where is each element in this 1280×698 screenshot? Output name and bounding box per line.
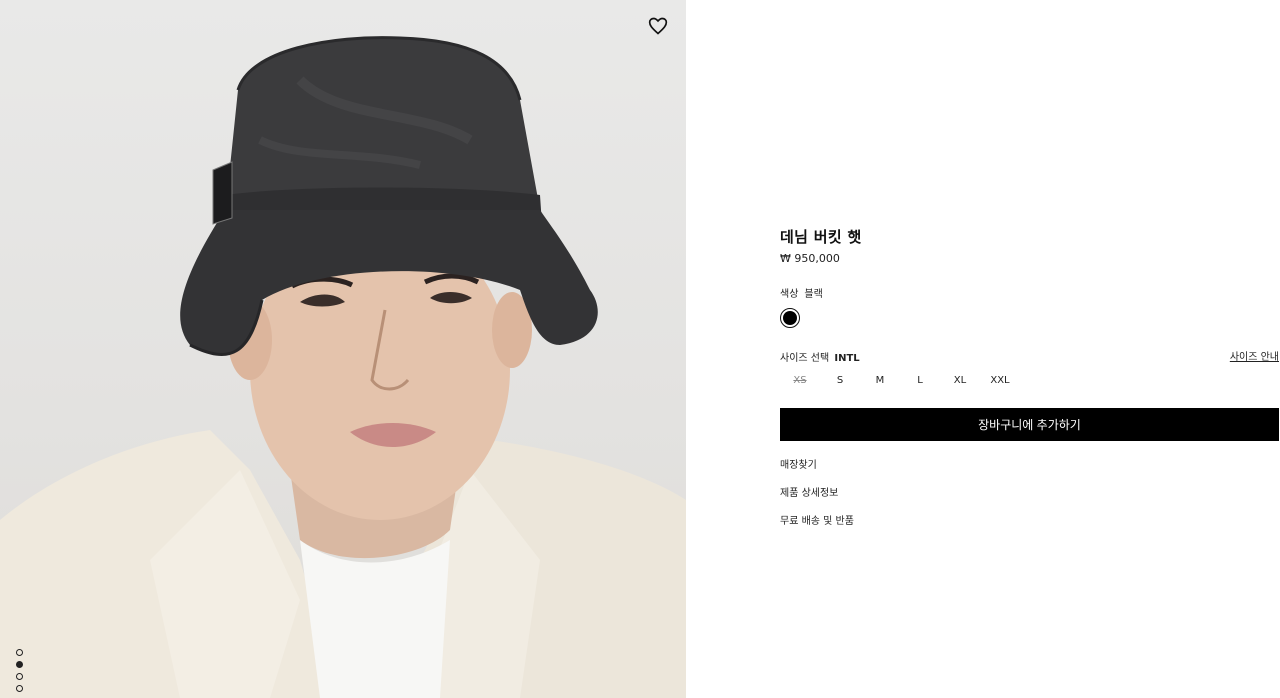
color-label: 색상	[780, 289, 799, 300]
size-option-l[interactable]: L	[900, 375, 940, 386]
size-option-xxl[interactable]: XXL	[980, 375, 1020, 386]
carousel-dot[interactable]	[16, 673, 23, 680]
size-option-s[interactable]: S	[820, 375, 860, 386]
size-system: INTL	[834, 353, 860, 364]
product-price: ₩ 950,000	[780, 252, 840, 265]
color-value: 블랙	[804, 289, 823, 300]
size-label-row: 사이즈 선택 INTL	[780, 349, 860, 364]
size-option-xs[interactable]: XS	[780, 375, 820, 386]
product-title: 데님 버킷 햇	[780, 228, 862, 246]
size-options: XS S M L XL XXL	[780, 375, 1020, 386]
heart-icon[interactable]	[648, 16, 668, 36]
color-swatch-black[interactable]	[780, 308, 800, 328]
store-finder-link[interactable]: 매장찾기	[780, 456, 817, 471]
carousel-dot[interactable]	[16, 649, 23, 656]
color-row: 색상 블랙	[780, 285, 823, 300]
carousel-dot[interactable]	[16, 685, 23, 692]
product-info-panel: 데님 버킷 햇 ₩ 950,000 색상 블랙 사이즈 선택 INTL 사이즈 안…	[780, 0, 1280, 698]
product-photo	[0, 36, 686, 698]
carousel-indicator	[16, 649, 23, 692]
product-image-gallery	[0, 0, 686, 698]
size-option-xl[interactable]: XL	[940, 375, 980, 386]
size-label: 사이즈 선택	[780, 353, 830, 364]
add-to-cart-button[interactable]: 장바구니에 추가하기	[780, 408, 1279, 441]
carousel-dot-active[interactable]	[16, 661, 23, 668]
size-guide-link[interactable]: 사이즈 안내	[1230, 348, 1279, 363]
color-swatch-fill	[783, 311, 797, 325]
shipping-returns-link[interactable]: 무료 배송 및 반품	[780, 512, 854, 527]
size-option-m[interactable]: M	[860, 375, 900, 386]
product-details-link[interactable]: 제품 상세정보	[780, 484, 838, 499]
